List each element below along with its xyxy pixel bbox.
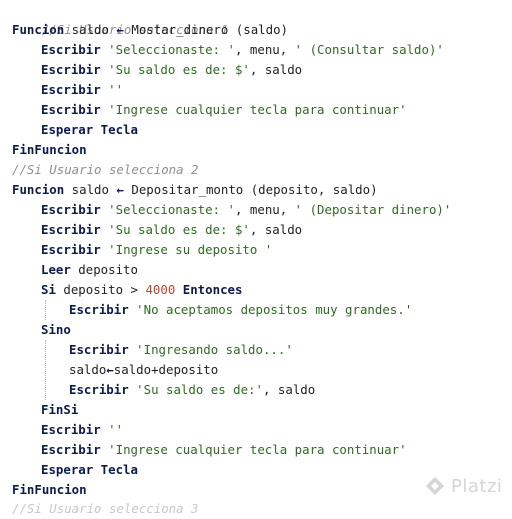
code-text: , saldo [249, 222, 303, 237]
string: 'Seleccionaste: ' [108, 42, 235, 57]
string: 'No aceptamos depositos muy grandes.' [136, 302, 413, 317]
code-line-26: //Si Usuario selecciona 3 [12, 499, 199, 519]
code-line-11: Escribir 'Seleccionaste: ', menu, ' (Dep… [41, 200, 451, 220]
keyword: Escribir [41, 62, 101, 77]
platzi-watermark: Platzi [425, 474, 502, 498]
code-line-24: Esperar Tecla [41, 460, 138, 480]
keyword: Escribir [41, 222, 101, 237]
code-line-2: Funcion saldo ← Mostar_dinero (saldo) [12, 20, 288, 40]
indent-guide [45, 340, 46, 400]
code-text: deposito [70, 262, 138, 277]
keyword: Si [41, 282, 56, 297]
keyword: Sino [41, 322, 71, 337]
code-line-7: Esperar Tecla [41, 120, 138, 140]
code-line-20: Escribir 'Su saldo es de:', saldo [69, 380, 315, 400]
string: 'Su saldo es de: $' [108, 222, 250, 237]
keyword: Escribir [41, 42, 101, 57]
code-editor: //Si Usuario selecciona 1 Funcion saldo … [0, 0, 512, 516]
string: '' [108, 422, 124, 437]
code-text: Mostar_dinero (saldo) [123, 22, 289, 37]
keyword: Escribir [69, 382, 129, 397]
keyword: Esperar Tecla [41, 122, 138, 137]
code-line-10: Funcion saldo ← Depositar_monto (deposit… [12, 180, 378, 200]
code-text: , menu, [234, 42, 295, 57]
code-line-15: Si deposito > 4000 Entonces [41, 280, 242, 300]
keyword: Esperar Tecla [41, 462, 138, 477]
keyword: Escribir [41, 82, 101, 97]
keyword: Escribir [41, 202, 101, 217]
code-line-14: Leer deposito [41, 260, 138, 280]
comment: //Si Usuario selecciona 2 [12, 162, 199, 177]
code-text: saldo+deposito [113, 362, 219, 377]
code-line-1: //Si Usuario selecciona 1 [12, 0, 229, 37]
assign-arrow: ← [106, 362, 114, 377]
keyword: Escribir [41, 442, 101, 457]
code-line-18: Escribir 'Ingresando saldo...' [69, 340, 293, 360]
code-text: saldo [64, 182, 117, 197]
watermark-text: Platzi [451, 475, 503, 497]
code-line-8: FinFuncion [12, 140, 87, 160]
code-line-23: Escribir 'Ingrese cualquier tecla para c… [41, 440, 407, 460]
platzi-logo-icon [425, 476, 445, 496]
keyword: Escribir [41, 422, 101, 437]
string: 'Su saldo es de: $' [108, 62, 250, 77]
code-line-22: Escribir '' [41, 420, 123, 440]
string: 'Ingresando saldo...' [136, 342, 293, 357]
string: 'Ingrese cualquier tecla para continuar' [108, 102, 407, 117]
keyword: Entonces [182, 282, 243, 297]
number: 4000 [145, 282, 176, 297]
keyword: FinSi [41, 402, 79, 417]
keyword: Escribir [69, 342, 129, 357]
string: 'Seleccionaste: ' [108, 202, 235, 217]
code-line-3: Escribir 'Seleccionaste: ', menu, ' (Con… [41, 40, 444, 60]
string: 'Su saldo es de:' [136, 382, 263, 397]
code-line-17: Sino [41, 320, 71, 340]
code-line-6: Escribir 'Ingrese cualquier tecla para c… [41, 100, 407, 120]
keyword: Escribir [69, 302, 129, 317]
code-text: saldo [64, 22, 117, 37]
keyword: Funcion [12, 182, 65, 197]
keyword: Escribir [41, 242, 101, 257]
code-text: Depositar_monto (deposito, saldo) [123, 182, 378, 197]
code-line-13: Escribir 'Ingrese su deposito ' [41, 240, 272, 260]
keyword: FinFuncion [12, 142, 87, 157]
code-line-4: Escribir 'Su saldo es de: $', saldo [41, 60, 302, 80]
keyword: Funcion [12, 22, 65, 37]
indent-guide [45, 300, 46, 320]
string: '' [108, 82, 124, 97]
code-line-21: FinSi [41, 400, 78, 420]
code-line-9: //Si Usuario selecciona 2 [12, 160, 199, 180]
code-text: , saldo [262, 382, 316, 397]
assign-arrow: ← [116, 182, 124, 197]
keyword: FinFuncion [12, 482, 87, 497]
code-line-16: Escribir 'No aceptamos depositos muy gra… [69, 300, 412, 320]
keyword: Escribir [41, 102, 101, 117]
code-line-19: saldo←saldo+deposito [69, 360, 218, 380]
comment: //Si Usuario selecciona 3 [12, 501, 199, 516]
code-line-25: FinFuncion [12, 480, 87, 500]
assign-arrow: ← [116, 22, 124, 37]
code-text: saldo [69, 362, 107, 377]
string: ' (Depositar dinero)' [294, 202, 452, 217]
string: ' (Consultar saldo)' [294, 42, 444, 57]
string: 'Ingrese cualquier tecla para continuar' [108, 442, 407, 457]
code-text: deposito > [55, 282, 146, 297]
keyword: Leer [41, 262, 71, 277]
code-line-5: Escribir '' [41, 80, 123, 100]
string: 'Ingrese su deposito ' [108, 242, 273, 257]
code-text: , saldo [249, 62, 303, 77]
code-text: , menu, [234, 202, 295, 217]
code-line-12: Escribir 'Su saldo es de: $', saldo [41, 220, 302, 240]
